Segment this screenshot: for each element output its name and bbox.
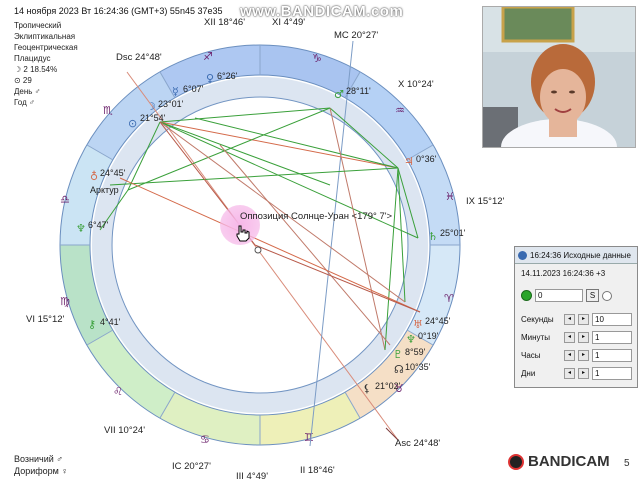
seconds-field[interactable]: 10 <box>592 313 632 326</box>
arcturus-icon: ♁ <box>90 170 98 183</box>
capricorn-icon: ♑ <box>312 52 322 65</box>
panel-datetime-row: 14.11.2023 16:24:36 +3 <box>521 269 605 278</box>
webcam-overlay <box>482 6 636 148</box>
minutes-label: Минуты <box>521 333 550 342</box>
lilith-icon: ⚸ <box>363 382 371 395</box>
seconds-row: Секунды ◂ ▸ 10 <box>521 313 632 326</box>
cusp-10-label: X 10°24' <box>398 79 434 90</box>
sun-icon: ⊙ <box>128 117 137 130</box>
corner-digit: 5 <box>624 458 630 469</box>
minutes-field[interactable]: 1 <box>592 331 632 344</box>
step-value-field[interactable]: 0 <box>535 289 583 302</box>
neptune-label: 0°19' <box>418 331 439 341</box>
record-icon <box>508 454 524 470</box>
lilith-label: 21°02' <box>375 381 401 391</box>
dsc-label: Dsc 24°48' <box>116 52 162 63</box>
input-data-panel[interactable]: 16:24:36 Исходные данные 14.11.2023 16:2… <box>514 246 638 388</box>
gemini-icon: ♊ <box>304 431 314 444</box>
mars-icon: ♂ <box>334 88 344 101</box>
seconds-label: Секунды <box>521 315 554 324</box>
cusp-11-label: XI 4°49' <box>272 17 305 28</box>
venus-label: 6°26' <box>217 71 238 81</box>
saturn-label: 25°01' <box>440 228 466 238</box>
days-decrement-button[interactable]: ◂ <box>564 368 575 379</box>
virgo-icon: ♍ <box>60 295 70 308</box>
mercury-label: 6°07' <box>183 84 204 94</box>
chiron-icon: ⚷ <box>88 318 96 331</box>
days-label: Дни <box>521 369 536 378</box>
hours-field[interactable]: 1 <box>592 349 632 362</box>
pluto-label: 8°59' <box>405 347 426 357</box>
sun-label: 21°54' <box>140 113 166 123</box>
step-mode-icon[interactable]: S <box>586 289 599 302</box>
webcam-video <box>483 7 635 147</box>
jupiter-icon: ♃ <box>404 155 414 168</box>
bandicam-logo-text: BANDICAM <box>528 453 610 470</box>
minutes-increment-button[interactable]: ▸ <box>578 332 589 343</box>
days-field[interactable]: 1 <box>592 367 632 380</box>
aries-icon: ♈ <box>444 292 454 305</box>
panel-title: 16:24:36 Исходные данные <box>530 250 631 260</box>
pluto-icon: ♇ <box>393 348 403 361</box>
saturn-icon: ♄ <box>428 230 438 243</box>
arcturus-label: Арктур <box>90 185 119 195</box>
libra-icon: ♎ <box>60 193 70 206</box>
mercury-icon: ☿ <box>172 85 179 98</box>
hours-increment-button[interactable]: ▸ <box>578 350 589 361</box>
uranus-icon: ♅ <box>413 318 423 331</box>
panel-control-row: 0 S <box>521 289 612 302</box>
neptune-icon: ♆ <box>406 333 416 346</box>
panel-app-icon <box>518 250 527 260</box>
cusp-2-label: II 18°46' <box>300 465 335 476</box>
hours-row: Часы ◂ ▸ 1 <box>521 349 632 362</box>
node-icon: ☊ <box>394 363 404 376</box>
days-increment-button[interactable]: ▸ <box>578 368 589 379</box>
star-doryphoros: Дориформ ♀ <box>14 466 69 476</box>
uranus-label: 24°45' <box>425 316 451 326</box>
run-status-icon[interactable] <box>521 290 532 301</box>
pisces-icon: ♓ <box>445 190 455 203</box>
panel-datetime: 14.11.2023 16:24:36 +3 <box>521 269 606 278</box>
venus-icon: ♀ <box>206 72 214 85</box>
node-label: 10°35' <box>405 362 431 372</box>
seconds-decrement-button[interactable]: ◂ <box>564 314 575 325</box>
panel-titlebar[interactable]: 16:24:36 Исходные данные <box>515 247 637 264</box>
proserpina-icon: ♆ <box>76 222 86 235</box>
moon-label: 23°01' <box>158 99 184 109</box>
mc-label: MC 20°27' <box>334 30 378 41</box>
star-auriga: Возничий ♂ <box>14 454 64 464</box>
minutes-decrement-button[interactable]: ◂ <box>564 332 575 343</box>
asc-label: Asc 24°48' <box>395 438 440 449</box>
cancer-icon: ♋ <box>200 433 210 446</box>
chiron-label: 4°41' <box>100 317 121 327</box>
moon-icon: ☽ <box>146 100 156 113</box>
jupiter-label: 0°36' <box>416 154 437 164</box>
cusp-9-label: IX 15°12' <box>466 196 505 207</box>
minutes-row: Минуты ◂ ▸ 1 <box>521 331 632 344</box>
ic-label: IC 20°27' <box>172 461 211 472</box>
aquarius-icon: ♒ <box>395 104 405 117</box>
bandicam-logo: BANDICAM <box>506 450 626 476</box>
scorpio-icon: ♏ <box>103 104 113 117</box>
cusp-3-label: III 4°49' <box>236 471 268 480</box>
hours-decrement-button[interactable]: ◂ <box>564 350 575 361</box>
seconds-increment-button[interactable]: ▸ <box>578 314 589 325</box>
step-option-radio[interactable] <box>602 290 612 301</box>
days-row: Дни ◂ ▸ 1 <box>521 367 632 380</box>
hours-label: Часы <box>521 351 541 360</box>
cusp-6-label: VI 15°12' <box>26 314 65 325</box>
chart-center-point <box>254 246 262 254</box>
sagittarius-icon: ♐ <box>203 50 213 63</box>
leo-icon: ♌ <box>113 385 123 398</box>
aspect-tooltip: Оппозиция Солнце-Уран <179° 7'> <box>240 211 393 222</box>
cusp-12-label: XII 18°46' <box>204 17 245 28</box>
arcturus-degree-label: 24°45' <box>100 168 126 178</box>
cusp-7-label: VII 10°24' <box>104 425 145 436</box>
proserpina-label: 6°47' <box>88 220 109 230</box>
mars-label: 28°11' <box>346 86 371 96</box>
